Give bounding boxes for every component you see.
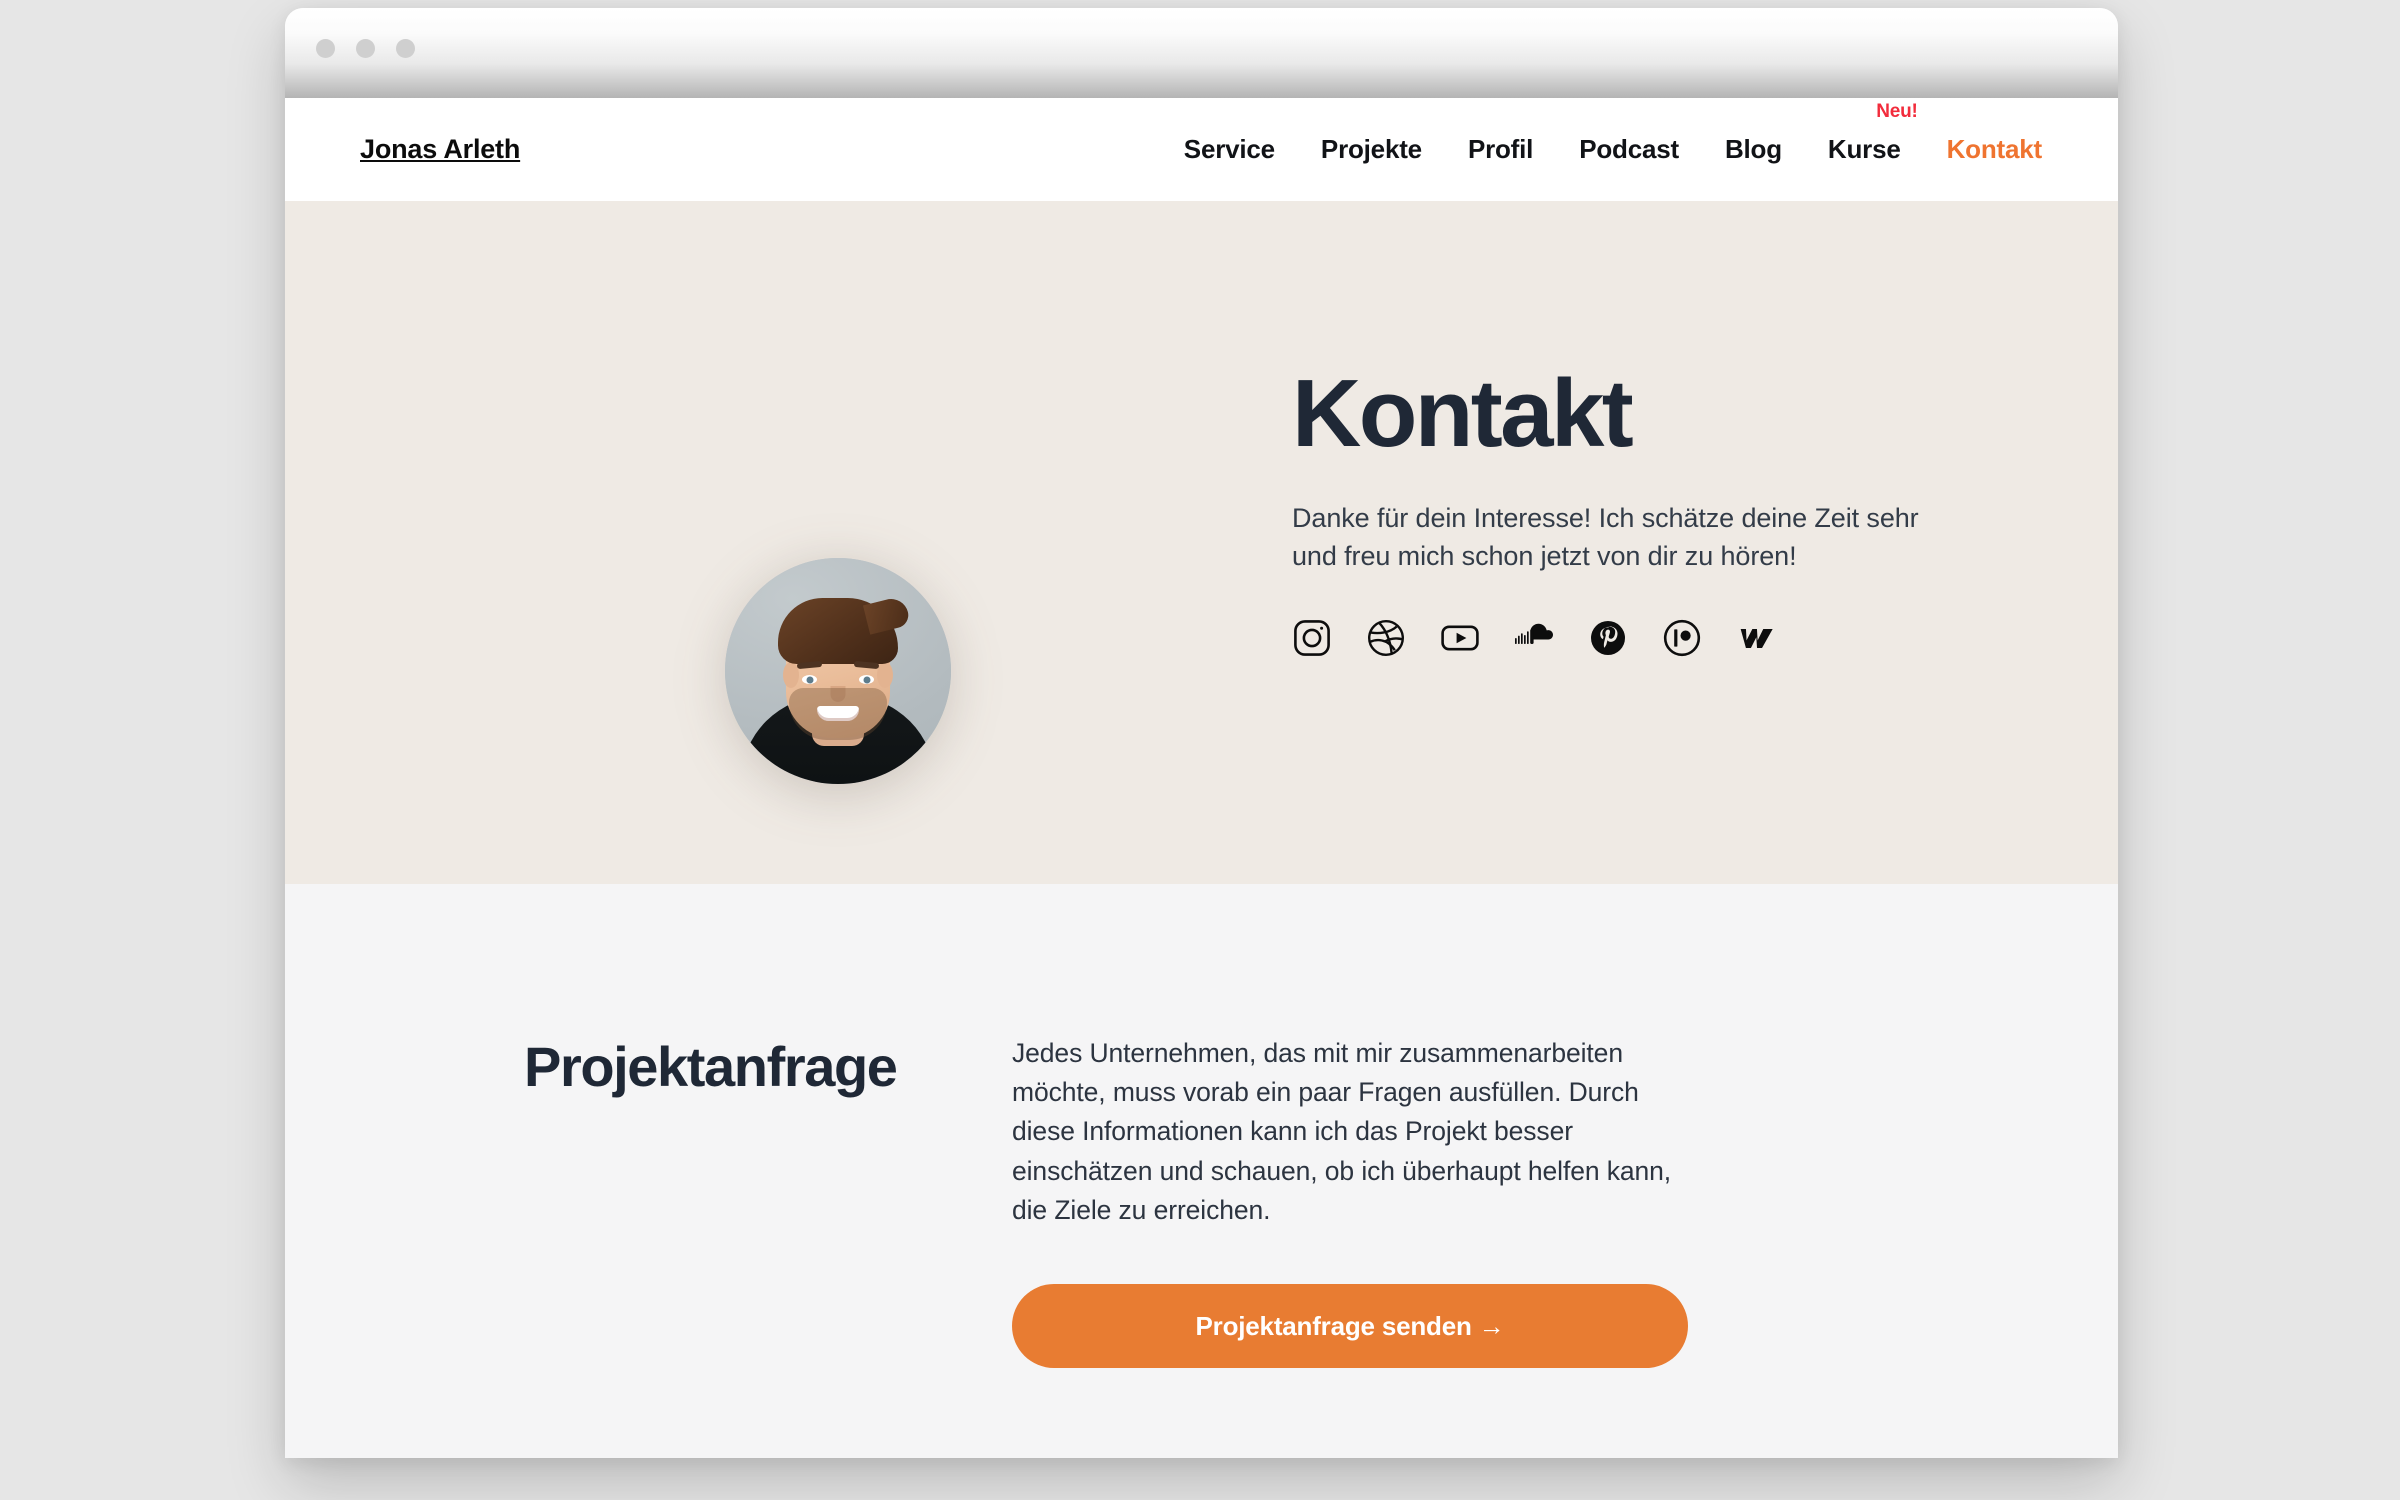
avatar bbox=[725, 558, 951, 794]
page-title: Kontakt bbox=[1292, 360, 1634, 467]
nav-item-kurse[interactable]: Kurse Neu! bbox=[1805, 101, 1924, 175]
avatar-image bbox=[725, 558, 951, 784]
hero-content: Kontakt Danke für dein Interesse! Ich sc… bbox=[1292, 365, 1992, 658]
section-title: Projektanfrage bbox=[524, 1035, 898, 1098]
social-links bbox=[1292, 618, 1992, 658]
portrait-smile bbox=[817, 706, 859, 721]
portrait-ear-right bbox=[877, 662, 893, 688]
project-request-section: Projektanfrage Jedes Unternehmen, das mi… bbox=[285, 884, 2118, 1458]
browser-chrome-bar bbox=[285, 8, 2118, 98]
nav-item-kontakt[interactable]: Kontakt bbox=[1924, 124, 2043, 175]
portrait-hair bbox=[778, 598, 898, 664]
window-close-dot[interactable] bbox=[316, 39, 335, 58]
nav-badge-neu: Neu! bbox=[1876, 101, 1918, 122]
nav-links: Service Projekte Profil Podcast Blog Kur… bbox=[1161, 101, 2043, 175]
youtube-icon[interactable] bbox=[1440, 618, 1480, 658]
project-request-left: Projektanfrage bbox=[360, 1034, 920, 1458]
nav-item-blog[interactable]: Blog bbox=[1702, 124, 1805, 175]
window-controls bbox=[316, 39, 415, 58]
window-minimize-dot[interactable] bbox=[356, 39, 375, 58]
send-project-request-button[interactable]: Projektanfrage senden → bbox=[1012, 1284, 1688, 1369]
window-maximize-dot[interactable] bbox=[396, 39, 415, 58]
page-viewport: Jonas Arleth Service Projekte Profil Pod… bbox=[285, 98, 2118, 1458]
hero-section: Kontakt Danke für dein Interesse! Ich sc… bbox=[285, 201, 2118, 884]
section-description: Jedes Unternehmen, das mit mir zusammena… bbox=[1012, 1038, 1672, 1225]
browser-window: Jonas Arleth Service Projekte Profil Pod… bbox=[285, 8, 2118, 1458]
nav-item-service[interactable]: Service bbox=[1161, 124, 1298, 175]
nav-item-profil[interactable]: Profil bbox=[1445, 124, 1556, 175]
site-navigation: Jonas Arleth Service Projekte Profil Pod… bbox=[285, 98, 2118, 201]
project-request-right: Jedes Unternehmen, das mit mir zusammena… bbox=[1012, 1034, 1692, 1458]
soundcloud-icon[interactable] bbox=[1514, 618, 1554, 658]
patreon-icon[interactable] bbox=[1662, 618, 1702, 658]
nav-item-projekte[interactable]: Projekte bbox=[1298, 124, 1445, 175]
brand-logo[interactable]: Jonas Arleth bbox=[360, 134, 520, 165]
instagram-icon[interactable] bbox=[1292, 618, 1332, 658]
nav-item-podcast[interactable]: Podcast bbox=[1556, 124, 1702, 175]
portrait-eye-left bbox=[802, 675, 817, 684]
hero-subtitle: Danke für dein Interesse! Ich schätze de… bbox=[1292, 502, 1919, 572]
portrait-eye-right bbox=[859, 675, 874, 684]
webflow-icon[interactable] bbox=[1736, 618, 1776, 658]
dribbble-icon[interactable] bbox=[1366, 618, 1406, 658]
nav-item-kurse-label: Kurse bbox=[1827, 134, 1901, 164]
pinterest-icon[interactable] bbox=[1588, 618, 1628, 658]
